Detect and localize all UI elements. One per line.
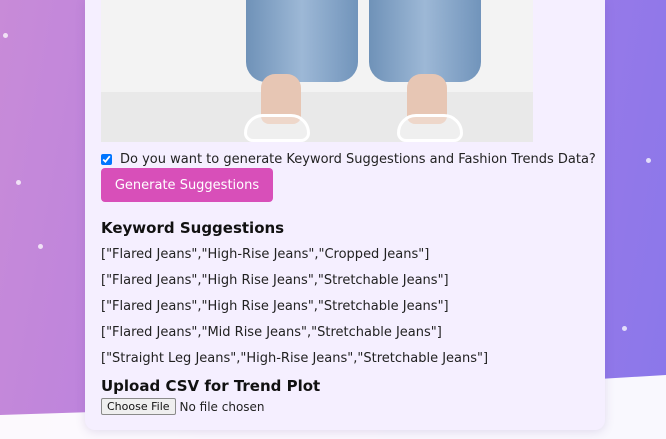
file-status: No file chosen [179, 399, 265, 414]
keyword-suggestions-heading: Keyword Suggestions [101, 219, 285, 237]
product-image [101, 0, 533, 142]
keyword-suggestion-item: ["Flared Jeans","Mid Rise Jeans","Stretc… [101, 325, 442, 340]
image-floor [101, 92, 533, 142]
generate-suggestions-button[interactable]: Generate Suggestions [101, 168, 273, 202]
upload-csv-heading: Upload CSV for Trend Plot [101, 377, 321, 395]
sparkle [646, 158, 651, 163]
suggestions-checkbox-label: Do you want to generate Keyword Suggesti… [120, 152, 596, 167]
suggestions-checkbox-row: Do you want to generate Keyword Suggesti… [100, 152, 596, 167]
keyword-suggestion-item: ["Flared Jeans","High Rise Jeans","Stret… [101, 273, 449, 288]
sparkle [3, 33, 8, 38]
left-sandal [244, 114, 310, 142]
jeans-left-leg [246, 0, 358, 82]
keyword-suggestion-item: ["Flared Jeans","High-Rise Jeans","Cropp… [101, 247, 430, 262]
sparkle [622, 326, 627, 331]
keyword-suggestion-item: ["Straight Leg Jeans","High-Rise Jeans",… [101, 351, 489, 366]
choose-file-button[interactable]: Choose File [101, 398, 176, 415]
jeans-right-leg [369, 0, 481, 82]
main-card: Do you want to generate Keyword Suggesti… [85, 0, 605, 430]
right-sandal [397, 114, 463, 142]
file-upload-row: Choose File No file chosen [101, 398, 265, 415]
sparkle [16, 180, 21, 185]
sparkle [38, 244, 43, 249]
suggestions-checkbox[interactable] [101, 154, 112, 165]
keyword-suggestion-item: ["Flared Jeans","High Rise Jeans","Stret… [101, 299, 449, 314]
